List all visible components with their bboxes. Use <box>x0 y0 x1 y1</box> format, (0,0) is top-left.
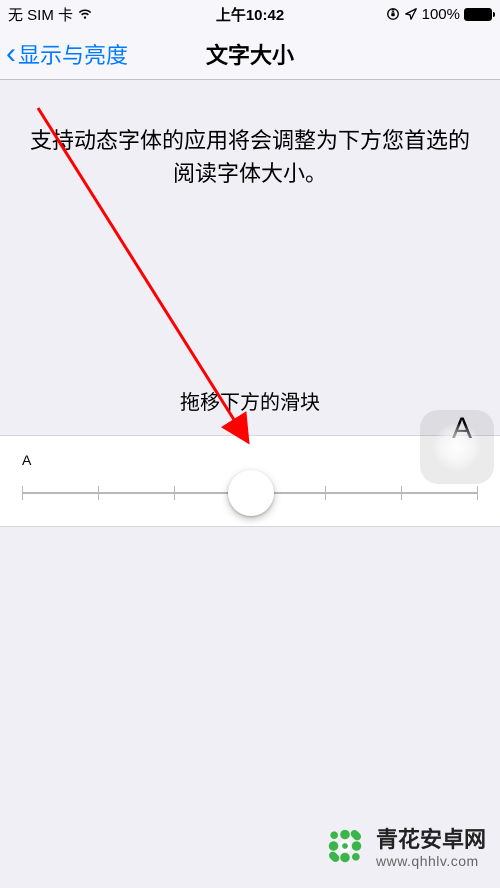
slider-tick <box>401 486 402 500</box>
status-time: 上午10:42 <box>0 4 500 25</box>
status-bar: 无 SIM 卡 上午10:42 100% <box>0 0 500 28</box>
watermark: 青花安卓网 www.qhhlv.com <box>322 823 486 874</box>
small-a-label: A <box>22 452 31 468</box>
watermark-text: 青花安卓网 www.qhhlv.com <box>376 827 486 870</box>
chevron-left-icon: ‹ <box>6 39 16 69</box>
slider-tick <box>477 486 478 500</box>
back-button[interactable]: ‹ 显示与亮度 <box>0 38 128 70</box>
watermark-logo-icon <box>322 823 368 874</box>
nav-bar: ‹ 显示与亮度 文字大小 <box>0 28 500 80</box>
slider-tick <box>174 486 175 500</box>
slider-thumb[interactable] <box>228 470 274 516</box>
slider-tick <box>325 486 326 500</box>
slider-tick <box>22 486 23 500</box>
assistive-touch-button[interactable] <box>420 410 494 484</box>
slider-instruction: 拖移下方的滑块 <box>0 386 500 415</box>
battery-icon <box>464 8 492 21</box>
watermark-url: www.qhhlv.com <box>376 853 486 870</box>
assistive-touch-inner-icon <box>433 423 481 471</box>
slider-tick <box>98 486 99 500</box>
watermark-title: 青花安卓网 <box>376 827 486 853</box>
back-label: 显示与亮度 <box>18 38 128 70</box>
description-text: 支持动态字体的应用将会调整为下方您首选的阅读字体大小。 <box>0 124 500 190</box>
